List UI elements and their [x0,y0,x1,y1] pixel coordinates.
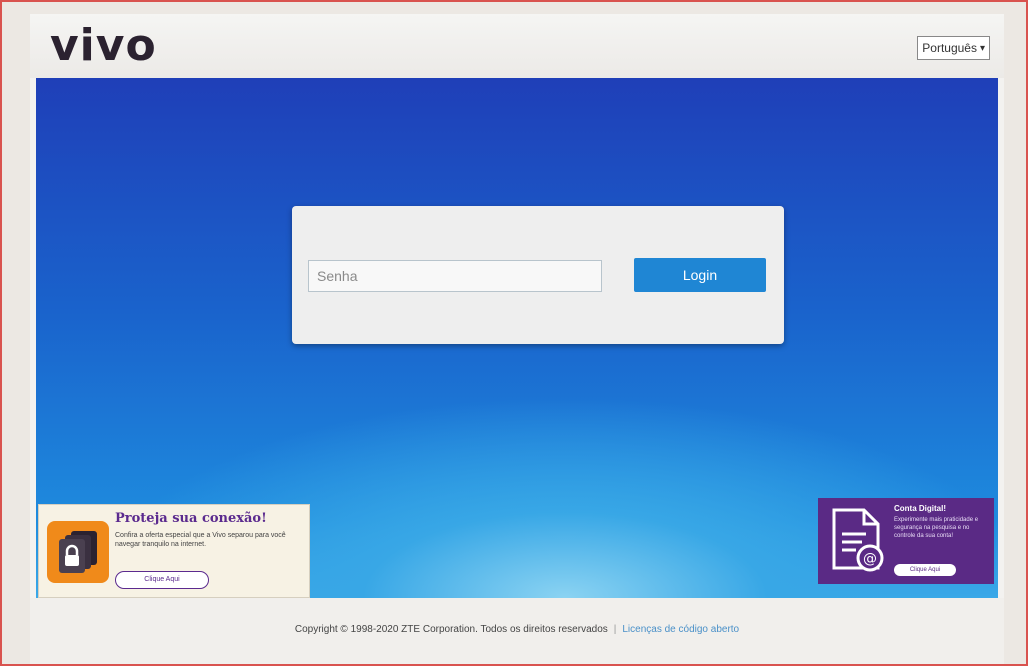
promo-right-cta-button[interactable]: Clique Aqui [894,564,956,576]
login-panel: Login [292,206,784,344]
footer: Copyright © 1998-2020 ZTE Corporation. T… [30,598,1004,664]
header: vivo Português ▾ [30,14,1004,78]
language-select[interactable]: Português ▾ [917,36,990,60]
promo-right-description: Experimente mais praticidade e segurança… [894,517,979,539]
promo-right-title: Conta Digital! [894,504,946,513]
open-source-license-link[interactable]: Licenças de código aberto [622,624,739,635]
promo-left-title: Proteja sua conexão! [115,511,267,526]
vivo-logo: vivo [50,20,157,71]
password-input[interactable] [308,260,602,292]
promo-banner-protection[interactable]: Proteja sua conexão! Confira a oferta es… [38,504,310,598]
login-button[interactable]: Login [634,258,766,292]
promo-left-description: Confira a oferta especial que a Vivo sep… [115,532,286,548]
language-selected: Português [922,41,977,55]
lock-devices-icon [47,521,109,583]
photo-frame: vivo Português ▾ Login Proteja sua conex… [0,0,1028,666]
promo-left-cta-button[interactable]: Clique Aqui [115,571,209,589]
document-email-icon: @ [826,506,888,581]
main-area: Login Proteja sua conexão! Confira a ofe… [36,78,998,598]
footer-text: Copyright © 1998-2020 ZTE Corporation. T… [30,624,1004,635]
promo-banner-digital-bill[interactable]: @ Conta Digital! Experimente mais pratic… [818,498,994,584]
chevron-down-icon: ▾ [979,42,985,54]
copyright-text: Copyright © 1998-2020 ZTE Corporation. T… [294,624,608,635]
svg-text:@: @ [863,551,877,567]
router-login-page: vivo Português ▾ Login Proteja sua conex… [30,14,1004,664]
footer-separator: | [613,624,617,635]
